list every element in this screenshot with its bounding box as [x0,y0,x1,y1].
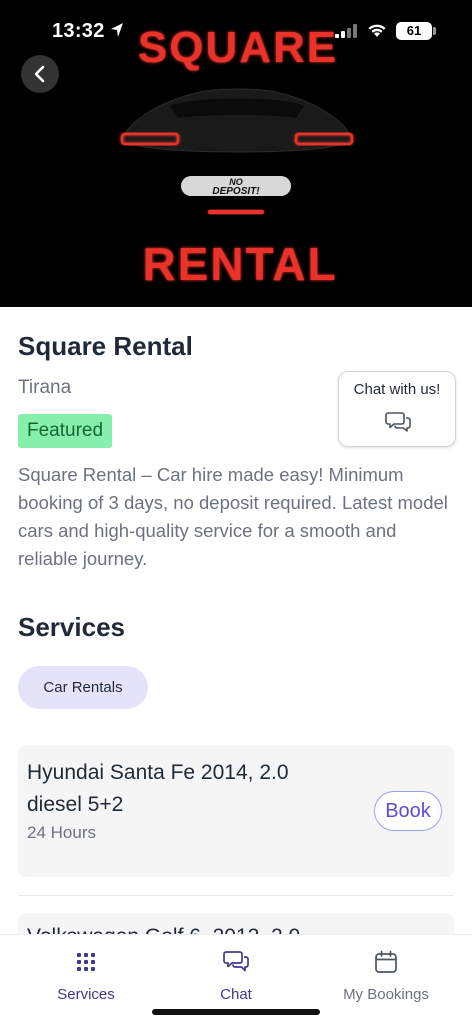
wifi-icon [368,24,386,37]
list-divider [18,895,454,896]
signal-icon [335,24,357,38]
status-bar: 13:32 61 [0,0,472,60]
location-arrow-icon [111,23,123,37]
grid-icon [77,953,95,971]
tab-services-label: Services [57,986,115,1003]
service-card: Hyundai Santa Fe 2014, 2.0 diesel 5+2 24… [18,745,454,877]
tab-my-bookings[interactable]: My Bookings [316,935,456,1015]
battery-indicator: 61 [396,22,432,40]
plate-line-2: DEPOSIT! [212,186,260,197]
tab-chat[interactable]: Chat [166,935,306,1015]
featured-badge: Featured [18,414,113,448]
chat-bubbles-icon [223,951,249,972]
tab-services[interactable]: Services [16,935,156,1015]
tab-my-bookings-label: My Bookings [343,986,429,1003]
hero-banner: SQUARE NO DEPOSIT! RENTAL 13:32 61 [0,0,472,307]
category-chip-car-rentals[interactable]: Car Rentals [18,666,148,709]
chat-bubbles-icon [385,412,411,432]
tab-chat-label: Chat [220,986,252,1003]
home-indicator [152,1009,320,1015]
calendar-icon [375,950,397,973]
services-heading: Services [18,612,125,642]
car-silhouette [121,88,353,153]
status-time: 13:32 [52,20,105,42]
book-button[interactable]: Book [374,791,442,831]
chat-with-us-label: Chat with us! [353,381,441,398]
hero-divider-bar [208,210,264,214]
business-description: Square Rental – Car hire made easy! Mini… [18,464,448,569]
business-city: Tirana [18,377,72,398]
battery-nub [433,27,436,35]
service-duration: 24 Hours [27,823,96,842]
back-button[interactable] [21,55,59,93]
chat-with-us-button[interactable]: Chat with us! [338,371,456,447]
business-name: Square Rental [18,331,193,361]
chevron-left-icon [34,65,45,83]
service-name: Hyundai Santa Fe 2014, 2.0 diesel 5+2 [27,761,289,816]
hero-title-bottom: RENTAL [142,238,337,290]
